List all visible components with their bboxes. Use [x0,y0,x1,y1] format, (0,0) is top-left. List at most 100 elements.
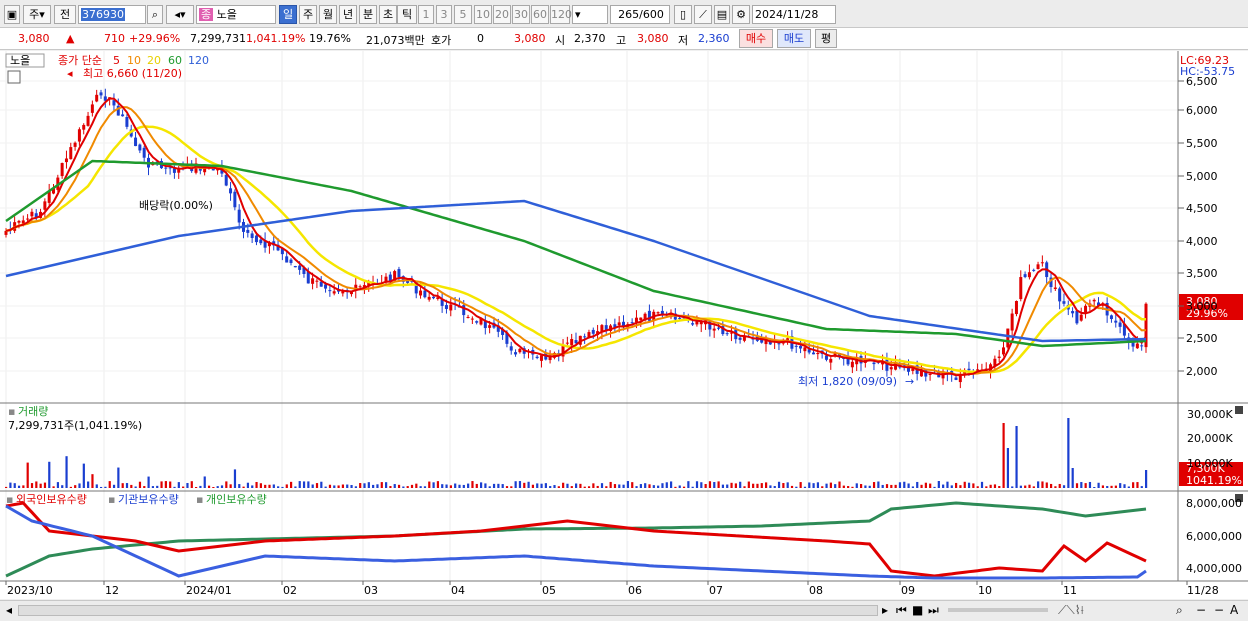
candle-body [1084,305,1088,313]
low-note: 최저 1,820 (09/09) [798,375,897,388]
candle-body [73,142,77,147]
volume-label: 거래량 [18,405,48,418]
stock-name-field[interactable]: 종 노을 [196,5,276,24]
zoom-in-icon[interactable]: − [1214,603,1224,617]
volume-bar [1101,485,1105,488]
draw-tools-icon[interactable]: ⟋⟍⌇⟊ [1058,603,1084,618]
volume-bar [924,482,927,488]
candle-body [125,117,129,127]
stock-code-value: 376930 [81,8,125,21]
minute-1[interactable]: 1 [418,5,434,24]
candle-body [164,167,168,169]
volume-bar [816,482,820,488]
volume-bar [1140,486,1143,488]
volume-bar [393,484,396,488]
price-tick-label: 4,000 [1186,235,1218,248]
minute-120[interactable]: 120 [550,5,572,24]
save-icon[interactable]: ▤ [714,5,730,24]
minute-10[interactable]: 10 [474,5,492,24]
search-icon[interactable]: ⌕ [147,5,163,24]
scrollbar-track[interactable] [18,605,878,616]
volume-bar [199,485,202,488]
candle-body [803,347,807,352]
candle-body [1092,299,1096,302]
time-tick-label: 05 [542,584,556,597]
candle-body [539,355,543,361]
turnover-rate: 19.76% [309,32,351,45]
period-month[interactable]: 월 [319,5,337,24]
volume-bar [385,482,388,488]
volume-bar [320,481,323,488]
scroll-left-icon[interactable]: ◂ [6,603,12,617]
candle-body [691,323,695,325]
high-label: 고 [616,34,627,47]
minute-20[interactable]: 20 [493,5,511,24]
chart-svg[interactable]: 노을 종가 단순 5 10 20 60 120 LC:69.23 HC:-53.… [0,51,1248,599]
minute-5[interactable]: 5 [454,5,472,24]
ma10-label: 10 [127,54,141,67]
zoom-slider[interactable] [948,608,1048,612]
buy-button[interactable]: 매수 [739,29,773,48]
volume-bar [652,485,655,488]
period-tick[interactable]: 틱 [397,5,417,24]
individual-holding-label: 개인보유수량 [206,493,267,506]
volume-bar [402,486,405,488]
candle-body [419,290,423,296]
volume-bar [665,482,668,488]
stock-code-input[interactable]: 376930 [78,5,146,24]
volume-bar [527,481,530,488]
first-page-icon[interactable]: ⏮ [896,603,907,618]
time-tick-label: 12 [105,584,119,597]
period-second[interactable]: 초 [379,5,397,24]
zoom-out-icon[interactable]: − [1196,603,1206,617]
candle-body [1002,347,1005,355]
table-icon[interactable] [7,70,21,84]
period-week[interactable]: 주 [299,5,317,24]
volume-bar [354,486,357,488]
volume-panel-close-icon[interactable] [1235,406,1243,414]
candle-type-icon[interactable]: ▯ [674,5,692,24]
volume-bar [1050,483,1053,488]
stock-name: 노을 [216,8,237,21]
date-field[interactable]: 2024/11/28 [752,5,836,24]
minute-3[interactable]: 3 [436,5,452,24]
interval-select[interactable]: ▾ [572,5,608,24]
volume-bar [1106,486,1109,488]
chart-area[interactable]: 노을 종가 단순 5 10 20 60 120 LC:69.23 HC:-53.… [0,51,1248,599]
volume-bar [43,482,47,488]
font-size-icon[interactable]: A [1230,603,1238,617]
volume-bar [980,481,984,488]
volume-bar [687,481,690,488]
scroll-right-icon[interactable]: ▸ [882,603,888,617]
minute-60[interactable]: 60 [531,5,549,24]
draw-tool-icon[interactable]: ⟋ [694,5,712,24]
volume-bar [605,486,608,488]
period-year[interactable]: 년 [339,5,357,24]
volume-bar [596,485,599,488]
volume-bar [864,485,867,488]
sell-button[interactable]: 매도 [777,29,811,48]
speaker-icon[interactable]: ◂▾ [166,5,194,24]
average-button[interactable]: 평 [815,29,837,48]
window-icon[interactable]: ▣ [4,5,20,24]
volume-bar [445,484,448,488]
toolbar: ▣ 주▾ 전 376930 ⌕ ◂▾ 종 노을 일 주 월 년 분 초 틱 1 … [0,0,1248,28]
volume-bar [898,482,902,488]
candle-body [850,361,854,368]
volume-bar [518,481,522,488]
last-page-icon[interactable]: ⏭ [928,603,939,618]
volume-bar [955,482,958,488]
count-field[interactable]: 265/600 [610,5,670,24]
period-day[interactable]: 일 [279,5,297,24]
prev-button[interactable]: 전 [54,5,76,24]
gear-icon[interactable]: ⚙ [732,5,750,24]
volume-bar [959,485,962,488]
minute-30[interactable]: 30 [512,5,530,24]
stop-icon[interactable]: ■ [912,603,923,617]
time-tick-label: 10 [978,584,992,597]
candle-body [738,337,742,340]
period-minute[interactable]: 분 [359,5,377,24]
market-select[interactable]: 주▾ [23,5,51,24]
volume-bar [544,483,547,488]
zoom-icon[interactable]: ⌕ [1176,603,1183,618]
